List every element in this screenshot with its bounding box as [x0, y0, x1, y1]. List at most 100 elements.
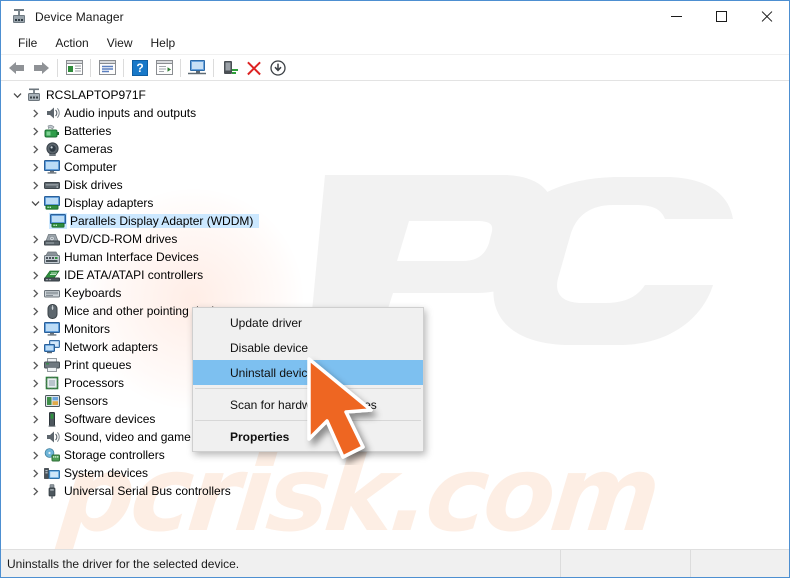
tree-node-label: DVD/CD-ROM drives: [64, 232, 178, 246]
maximize-button[interactable]: [699, 1, 744, 32]
sensor-icon: [43, 393, 61, 409]
chevron-right-icon[interactable]: [27, 428, 43, 446]
tree-node-root[interactable]: RCSLAPTOP971F: [1, 86, 789, 104]
tree-node-label: Print queues: [64, 358, 132, 372]
tree-node-batteries[interactable]: Batteries: [1, 122, 789, 140]
network-adapter-icon: [43, 339, 61, 355]
tree-node-label: Cameras: [64, 142, 113, 156]
help-icon[interactable]: ?: [128, 57, 152, 79]
close-button[interactable]: [744, 1, 789, 32]
display-adapter-icon: [43, 195, 61, 211]
tree-node-label: Computer: [64, 160, 117, 174]
device-manager-icon: [11, 8, 27, 25]
title-bar-left: Device Manager: [1, 8, 124, 25]
title-bar[interactable]: Device Manager: [1, 1, 789, 32]
optical-drive-icon: [43, 231, 61, 247]
tree-node-label: IDE ATA/ATAPI controllers: [64, 268, 204, 282]
keyboard-icon: [43, 285, 61, 301]
chevron-right-icon[interactable]: [27, 446, 43, 464]
toolbar: ?: [1, 55, 789, 81]
tree-node-label: Monitors: [64, 322, 111, 336]
chevron-right-icon[interactable]: [27, 410, 43, 428]
tree-node-label: Keyboards: [64, 286, 122, 300]
tree-node-system-devices[interactable]: System devices: [1, 464, 789, 482]
chevron-right-icon[interactable]: [27, 284, 43, 302]
chevron-right-icon[interactable]: [27, 230, 43, 248]
device-tree-pane: pcrisk.com RCSLAPTOP971F Audio inputs an…: [1, 81, 789, 577]
chevron-right-icon[interactable]: [27, 140, 43, 158]
toolbar-separator: [90, 58, 91, 77]
context-menu-item-properties[interactable]: Properties: [193, 424, 423, 449]
camera-icon: [43, 141, 61, 157]
properties-icon[interactable]: [95, 57, 119, 79]
mouse-icon: [43, 303, 61, 319]
toolbar-separator: [123, 58, 124, 77]
svg-text:?: ?: [136, 61, 143, 75]
scan-for-hardware-changes-icon[interactable]: [152, 57, 176, 79]
chevron-right-icon[interactable]: [27, 464, 43, 482]
printer-icon: [43, 357, 61, 373]
uninstall-device-icon[interactable]: [242, 57, 266, 79]
hid-icon: [43, 249, 61, 265]
tree-node-universal-serial-bus-controllers[interactable]: Universal Serial Bus controllers: [1, 482, 789, 500]
speaker-icon: [43, 105, 61, 121]
chevron-right-icon[interactable]: [27, 104, 43, 122]
chevron-right-icon[interactable]: [27, 482, 43, 500]
chevron-right-icon[interactable]: [27, 302, 43, 320]
processor-icon: [43, 375, 61, 391]
tree-node-keyboards[interactable]: Keyboards: [1, 284, 789, 302]
context-menu: Update driver Disable device Uninstall d…: [192, 307, 424, 452]
tree-node-audio-inputs-and-outputs[interactable]: Audio inputs and outputs: [1, 104, 789, 122]
chevron-right-icon[interactable]: [27, 158, 43, 176]
chevron-right-icon[interactable]: [27, 320, 43, 338]
minimize-button[interactable]: [654, 1, 699, 32]
tree-node-computer[interactable]: Computer: [1, 158, 789, 176]
tree-node-display-adapters[interactable]: Display adapters: [1, 194, 789, 212]
tree-node-label: System devices: [64, 466, 149, 480]
chevron-right-icon[interactable]: [27, 392, 43, 410]
chevron-right-icon[interactable]: [27, 374, 43, 392]
chevron-right-icon[interactable]: [27, 338, 43, 356]
back-icon[interactable]: [5, 57, 29, 79]
menu-help[interactable]: Help: [142, 33, 185, 53]
chevron-right-icon[interactable]: [27, 122, 43, 140]
system-device-icon: [43, 465, 61, 481]
context-menu-item-scan-for-hardware-changes[interactable]: Scan for hardware changes: [193, 392, 423, 417]
tree-node-label: Human Interface Devices: [64, 250, 199, 264]
context-menu-separator: [195, 420, 421, 421]
chevron-down-icon[interactable]: [27, 194, 43, 212]
tree-node-parallels-display-adapter[interactable]: Parallels Display Adapter (WDDM): [1, 212, 789, 230]
chevron-right-icon[interactable]: [27, 248, 43, 266]
status-bar: Uninstalls the driver for the selected d…: [1, 549, 789, 577]
context-menu-item-disable-device[interactable]: Disable device: [193, 335, 423, 360]
tree-node-cameras[interactable]: Cameras: [1, 140, 789, 158]
tree-node-human-interface-devices[interactable]: Human Interface Devices: [1, 248, 789, 266]
speaker-icon: [43, 429, 61, 445]
context-menu-item-uninstall-device[interactable]: Uninstall device: [193, 360, 423, 385]
tree-node-label: Parallels Display Adapter (WDDM): [70, 214, 260, 228]
chevron-right-icon[interactable]: [27, 266, 43, 284]
chevron-right-icon[interactable]: [27, 356, 43, 374]
tree-node-label: Audio inputs and outputs: [64, 106, 197, 120]
tree-node-disk-drives[interactable]: Disk drives: [1, 176, 789, 194]
tree-node-label: RCSLAPTOP971F: [46, 88, 146, 102]
tree-node-label: Display adapters: [64, 196, 154, 210]
menu-action[interactable]: Action: [46, 33, 97, 53]
menu-file[interactable]: File: [9, 33, 46, 53]
toolbar-separator: [213, 58, 214, 77]
forward-icon[interactable]: [29, 57, 53, 79]
show-hide-console-tree-icon[interactable]: [62, 57, 86, 79]
display-icon[interactable]: [185, 57, 209, 79]
status-bar-message: Uninstalls the driver for the selected d…: [1, 549, 561, 577]
usb-icon: [43, 483, 61, 499]
context-menu-item-update-driver[interactable]: Update driver: [193, 310, 423, 335]
window-title: Device Manager: [35, 9, 124, 24]
tree-node-dvd-cd-rom-drives[interactable]: DVD/CD-ROM drives: [1, 230, 789, 248]
update-driver-icon[interactable]: [218, 57, 242, 79]
tree-node-label: Universal Serial Bus controllers: [64, 484, 231, 498]
chevron-down-icon[interactable]: [9, 86, 25, 104]
tree-node-ide-ata-atapi-controllers[interactable]: IDE ATA/ATAPI controllers: [1, 266, 789, 284]
menu-view[interactable]: View: [98, 33, 142, 53]
chevron-right-icon[interactable]: [27, 176, 43, 194]
disable-device-icon[interactable]: [266, 57, 290, 79]
